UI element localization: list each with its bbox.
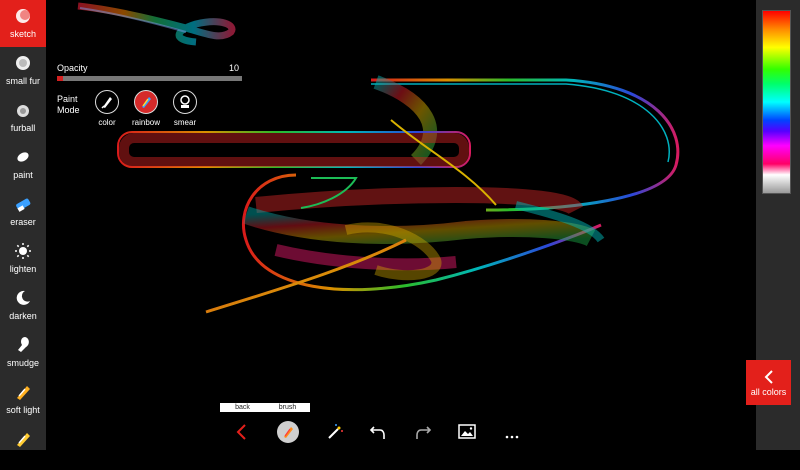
tool-small-fur[interactable]: small fur — [0, 47, 46, 94]
mode-rainbow-label: rainbow — [131, 118, 160, 127]
back-button[interactable] — [228, 418, 256, 446]
soft-light-icon — [11, 381, 35, 403]
magic-wand-button[interactable] — [321, 418, 349, 446]
more-icon — [505, 435, 519, 439]
brush-icon — [11, 428, 35, 450]
tool-furball-label: furball — [10, 123, 36, 133]
mode-smear-button[interactable]: smear — [167, 90, 203, 127]
tool-paint-label: paint — [13, 170, 33, 180]
image-button[interactable] — [453, 418, 481, 446]
tool-sketch[interactable]: sketch — [0, 0, 46, 47]
tool-eraser-label: eraser — [10, 217, 36, 227]
undo-button[interactable] — [364, 418, 392, 446]
tool-lighten-label: lighten — [9, 264, 37, 274]
chevron-left-icon — [236, 424, 246, 440]
brush-icon — [277, 421, 299, 443]
opacity-slider-fill — [57, 76, 63, 81]
paint-mode-label: Paint Mode — [57, 94, 80, 115]
tooltip-brush: brush — [265, 403, 310, 412]
smear-mode-icon — [173, 90, 197, 114]
undo-icon — [369, 426, 385, 439]
sketch-artwork — [77, 2, 680, 314]
mode-rainbow-button[interactable]: rainbow — [128, 90, 164, 127]
tool-darken[interactable]: darken — [0, 282, 46, 329]
eraser-icon — [11, 193, 35, 215]
tool-smudge-label: smudge — [6, 358, 40, 368]
sketch-icon — [11, 5, 35, 27]
opacity-label: Opacity — [57, 63, 88, 73]
opacity-slider[interactable] — [57, 76, 242, 81]
all-colors-label: all colors — [750, 386, 787, 397]
tool-furball[interactable]: furball — [0, 94, 46, 141]
tool-small-fur-label: small fur — [5, 76, 40, 86]
image-icon — [458, 424, 476, 439]
mode-color-label: color — [98, 118, 116, 127]
mode-color-button[interactable]: color — [89, 90, 125, 127]
tool-extra-brush[interactable] — [0, 423, 46, 470]
color-mode-icon — [95, 90, 119, 114]
tool-sketch-label: sketch — [9, 29, 36, 39]
redo-icon — [416, 426, 432, 439]
brush-button[interactable] — [274, 418, 302, 446]
rainbow-mode-icon — [134, 90, 158, 114]
lighten-icon — [11, 240, 35, 262]
darken-icon — [11, 287, 35, 309]
tool-eraser[interactable]: eraser — [0, 188, 46, 235]
chevron-left-icon — [764, 369, 773, 384]
all-colors-button[interactable]: all colors — [746, 360, 791, 405]
drawing-canvas[interactable]: Opacity 10 Paint Mode color rainbow smea… — [46, 0, 756, 450]
tool-smudge[interactable]: smudge — [0, 329, 46, 376]
more-button[interactable] — [498, 418, 526, 446]
brush-sidebar: sketch small fur furball paint eraser li… — [0, 0, 46, 450]
mode-smear-label: smear — [173, 118, 197, 127]
tool-darken-label: darken — [9, 311, 37, 321]
smudge-icon — [11, 334, 35, 356]
opacity-value: 10 — [229, 63, 240, 73]
magic-wand-icon — [328, 424, 343, 439]
tool-paint[interactable]: paint — [0, 141, 46, 188]
tool-soft-light-label: soft light — [6, 405, 40, 415]
color-spectrum-picker[interactable] — [762, 10, 791, 194]
tool-lighten[interactable]: lighten — [0, 235, 46, 282]
redo-button[interactable] — [409, 418, 437, 446]
paint-icon — [11, 146, 35, 168]
small-fur-icon — [11, 52, 35, 74]
furball-icon — [11, 99, 35, 121]
tool-soft-light[interactable]: soft light — [0, 376, 46, 423]
tooltip-back: back — [220, 403, 265, 412]
